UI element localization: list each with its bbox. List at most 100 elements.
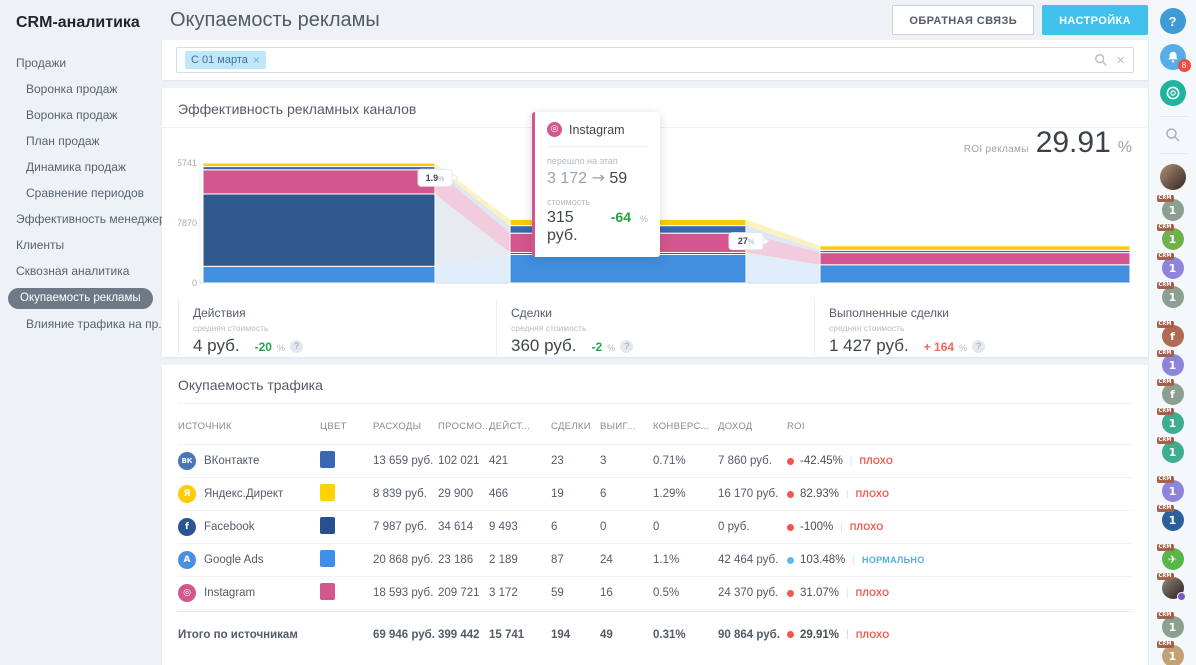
chat-avatar[interactable]: ✈ CRM xyxy=(1156,544,1184,570)
sidebar-item[interactable]: Клиенты xyxy=(0,232,162,258)
help-button[interactable]: ? xyxy=(1159,8,1186,34)
table-row: Я Яндекс.Директ 8 839 руб. 29 900 466 19 6 1.29… xyxy=(178,478,1132,511)
cell-won: 3 xyxy=(600,455,607,467)
roi-status-label: ПЛОХО xyxy=(855,629,890,640)
roi-status-dot xyxy=(787,523,794,531)
sidebar-item[interactable]: Продажи xyxy=(0,50,162,76)
stat-subtitle: средняя стоимость xyxy=(193,323,269,333)
chat-avatar[interactable]: f CRM xyxy=(1156,321,1184,347)
sidebar-item[interactable]: План продаж xyxy=(0,128,162,154)
crm-badge: CRM xyxy=(1156,224,1174,231)
crm-badge: CRM xyxy=(1156,253,1174,260)
stat-delta: + 164 xyxy=(923,340,955,354)
cell-roi: -100% | ПЛОХО xyxy=(787,521,1132,533)
cell-income: 42 464 руб. xyxy=(718,554,779,566)
sidebar-item[interactable]: Влияние трафика на пр... xyxy=(0,311,162,337)
cell-conversion: 0 xyxy=(653,521,660,533)
column-header[interactable]: ДОХОД xyxy=(718,421,787,432)
chat-avatar[interactable]: 1 CRM xyxy=(1156,641,1184,665)
chat-avatar[interactable]: 1 CRM xyxy=(1156,282,1184,308)
sidebar-item[interactable]: Сквозная аналитика xyxy=(0,258,162,284)
support-button[interactable] xyxy=(1159,80,1186,106)
notifications-button[interactable]: 8 xyxy=(1159,44,1191,72)
source-name: Итого по источникам xyxy=(178,628,298,641)
column-header[interactable]: ЦВЕТ xyxy=(320,421,373,432)
help-icon[interactable]: ? xyxy=(972,339,986,353)
tooltip-stage-label: перешло на этап xyxy=(547,156,618,166)
feedback-button[interactable]: ОБРАТНАЯ СВЯЗЬ xyxy=(892,5,1035,35)
column-header[interactable]: ИСТОЧНИК xyxy=(178,421,320,432)
filter-input[interactable]: С 01 марта × × xyxy=(176,47,1134,73)
funnel-segment[interactable] xyxy=(509,253,747,284)
sidebar-item-active-pill[interactable]: Окупаемость рекламы xyxy=(8,288,153,309)
funnel-card: Эффективность рекламных каналов ROI рекл… xyxy=(162,88,1148,357)
яндекс-директ-icon: Я xyxy=(178,485,196,503)
channel-color-swatch xyxy=(320,583,335,600)
cell-costs: 7 987 руб. xyxy=(373,521,427,533)
column-header[interactable]: СДЕЛКИ xyxy=(551,421,600,432)
cell-views: 29 900 xyxy=(438,488,474,500)
funnel-segment[interactable] xyxy=(202,162,436,168)
crm-badge: CRM xyxy=(1156,379,1174,386)
cell-income: 24 370 руб. xyxy=(718,587,779,599)
column-header[interactable]: ROI xyxy=(787,421,1132,432)
sidebar-item[interactable]: Воронка продаж xyxy=(0,76,162,102)
cell-income: 0 руб. xyxy=(718,521,750,533)
help-icon[interactable]: ? xyxy=(289,339,303,353)
вконтакте-icon: ВК xyxy=(178,452,196,470)
instagram-icon: ◎ xyxy=(547,122,562,137)
crm-badge: CRM xyxy=(1156,408,1174,415)
chat-avatar[interactable]: 1 CRM xyxy=(1156,505,1184,531)
sidebar-item[interactable]: Динамика продаж xyxy=(0,154,162,180)
instagram-icon: ◎ xyxy=(178,584,196,602)
chat-avatar[interactable]: 1 CRM xyxy=(1156,408,1184,434)
cell-roi: -42.45% | ПЛОХО xyxy=(787,455,1132,467)
chat-avatar[interactable]: 1 CRM xyxy=(1156,195,1184,221)
channel-color-swatch xyxy=(320,550,335,567)
column-header[interactable]: ДЕЙСТ... xyxy=(489,421,551,432)
app-root: CRM-аналитика Продажи Воронка продаж Ворон… xyxy=(0,0,1196,665)
sidebar-item[interactable]: Эффективность менеджер... xyxy=(0,206,162,232)
cell-won: 16 xyxy=(600,587,613,599)
sidebar-item[interactable]: Окупаемость рекламы xyxy=(0,284,162,311)
app-title: CRM-аналитика xyxy=(16,14,140,31)
chat-avatar[interactable]: 1 CRM xyxy=(1156,437,1184,463)
help-icon[interactable]: ? xyxy=(620,339,634,353)
funnel-segment[interactable] xyxy=(202,265,436,284)
settings-button[interactable]: НАСТРОЙКА xyxy=(1042,5,1148,35)
viber-badge xyxy=(1176,592,1186,601)
chat-avatar[interactable]: 1 CRM xyxy=(1156,476,1184,502)
funnel-segment[interactable] xyxy=(202,169,436,195)
source-name: Яндекс.Директ xyxy=(204,488,284,500)
chip-close-icon[interactable]: × xyxy=(253,51,260,69)
funnel-segment[interactable] xyxy=(202,193,436,267)
search-icon[interactable] xyxy=(1094,53,1108,67)
funnel-segment[interactable] xyxy=(819,245,1131,251)
y-axis-tick: 7870 xyxy=(178,218,197,228)
column-header[interactable]: ВЫИГ... xyxy=(600,421,653,432)
column-header[interactable]: РАСХОДЫ xyxy=(373,421,438,432)
chat-avatar[interactable]: 1 CRM xyxy=(1156,612,1184,638)
column-header[interactable]: КОНВЕРС... xyxy=(653,421,718,432)
sidebar-item[interactable]: Воронка продаж xyxy=(0,102,162,128)
user-avatar[interactable] xyxy=(1159,164,1186,190)
chat-avatar[interactable]: 1 CRM xyxy=(1156,224,1184,250)
cell-actions: 2 189 xyxy=(489,554,518,566)
chat-avatar[interactable]: 1 CRM xyxy=(1156,350,1184,376)
sidebar-item[interactable]: Сравнение периодов xyxy=(0,180,162,206)
rail-search-icon[interactable] xyxy=(1165,127,1181,143)
column-header[interactable]: ПРОСМО... xyxy=(438,421,491,432)
funnel-segment[interactable] xyxy=(819,252,1131,266)
chat-avatar-photo[interactable]: CRM xyxy=(1156,573,1186,601)
cell-won: 6 xyxy=(600,488,607,500)
chat-avatar[interactable]: 1 CRM xyxy=(1156,253,1184,279)
cell-actions: 9 493 xyxy=(489,521,518,533)
crm-badge: CRM xyxy=(1156,641,1174,648)
filter-chip[interactable]: С 01 марта × xyxy=(185,51,266,69)
roi-value: 29.91 xyxy=(1035,126,1111,159)
chat-avatar[interactable]: f CRM xyxy=(1156,379,1184,405)
topbar: Окупаемость рекламы ОБРАТНАЯ СВЯЗЬ НАСТР… xyxy=(162,0,1148,40)
main-content: Окупаемость рекламы ОБРАТНАЯ СВЯЗЬ НАСТР… xyxy=(162,0,1148,665)
funnel-segment[interactable] xyxy=(819,264,1131,284)
clear-filter-icon[interactable]: × xyxy=(1116,53,1125,68)
